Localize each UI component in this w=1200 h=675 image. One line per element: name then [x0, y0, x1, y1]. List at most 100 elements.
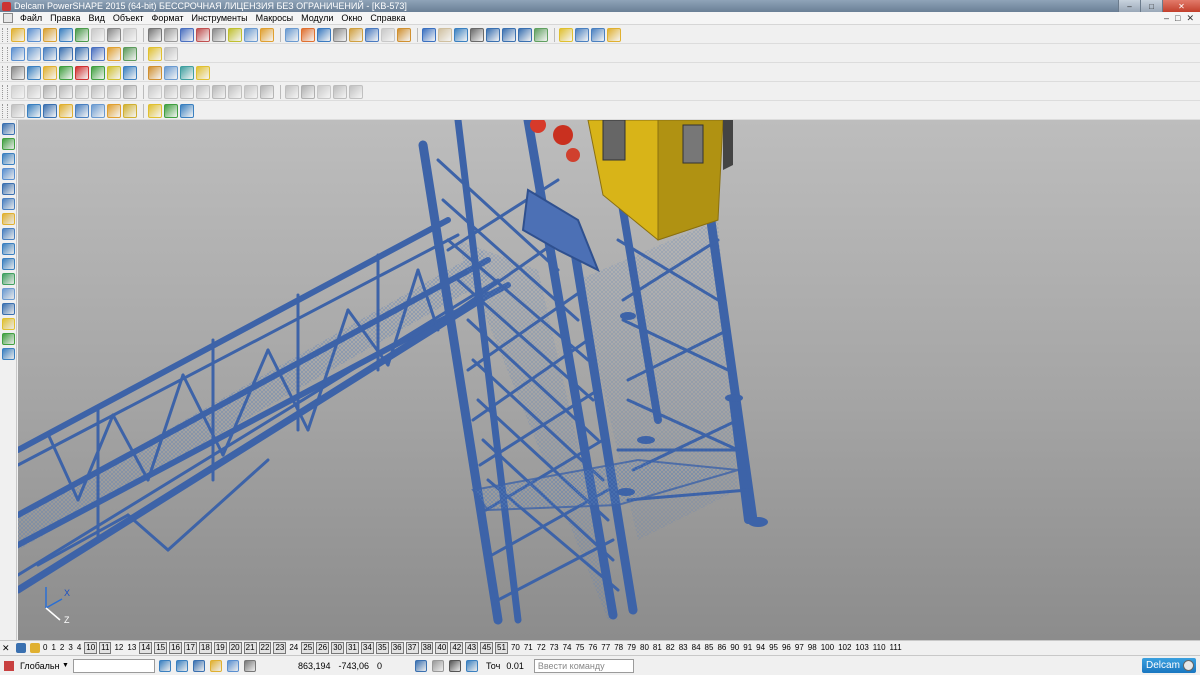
tool-icon[interactable]	[164, 65, 178, 80]
tool-icon[interactable]	[123, 46, 137, 61]
tool-icon[interactable]	[180, 27, 194, 42]
level-button[interactable]: 18	[198, 641, 212, 654]
level-button[interactable]: 100	[820, 643, 835, 653]
level-button[interactable]: 78	[613, 643, 624, 653]
level-button[interactable]: 1	[50, 643, 56, 653]
tool-icon[interactable]	[43, 84, 57, 99]
level-button[interactable]: 20	[228, 641, 242, 654]
level-button[interactable]: 110	[872, 643, 887, 653]
tool-icon[interactable]	[196, 65, 210, 80]
tool-icon[interactable]	[180, 65, 194, 80]
tool-icon[interactable]	[607, 27, 621, 42]
side-tool-icon[interactable]	[1, 273, 15, 285]
tool-icon[interactable]	[91, 84, 105, 99]
tool-icon[interactable]	[107, 65, 121, 80]
tool-icon[interactable]	[422, 27, 436, 42]
level-button[interactable]: 0	[42, 643, 48, 653]
status-tool-icon[interactable]	[243, 659, 256, 672]
tool-icon[interactable]	[11, 103, 25, 118]
minimize-button[interactable]: –	[1118, 0, 1140, 12]
level-button[interactable]: 86	[716, 643, 727, 653]
status-tool-icon[interactable]	[158, 659, 171, 672]
tool-icon[interactable]	[317, 27, 331, 42]
tool-icon[interactable]	[333, 84, 347, 99]
side-tool-icon[interactable]	[1, 258, 15, 270]
level-button[interactable]: 72	[536, 643, 547, 653]
tool-icon[interactable]	[59, 46, 73, 61]
level-button[interactable]: 25	[301, 641, 315, 654]
side-tool-icon[interactable]	[1, 138, 15, 150]
tool-icon[interactable]	[123, 84, 137, 99]
tool-icon[interactable]	[301, 27, 315, 42]
tool-icon[interactable]	[148, 27, 162, 42]
tool-icon[interactable]	[333, 27, 347, 42]
tool-icon[interactable]	[317, 84, 331, 99]
status-tool-icon[interactable]	[226, 659, 239, 672]
side-tool-icon[interactable]	[1, 153, 15, 165]
toolbar-grip[interactable]	[2, 84, 8, 99]
level-button[interactable]: 83	[678, 643, 689, 653]
tool-icon[interactable]	[349, 27, 363, 42]
tool-icon[interactable]	[75, 27, 89, 42]
side-tool-icon[interactable]	[1, 183, 15, 195]
side-tool-icon[interactable]	[1, 213, 15, 225]
level-close-icon[interactable]: ✕	[2, 643, 12, 653]
menu-macros[interactable]: Макросы	[252, 13, 298, 23]
toolbar-grip[interactable]	[2, 65, 8, 80]
tool-icon[interactable]	[75, 84, 89, 99]
level-button[interactable]: 26	[316, 641, 330, 654]
menu-edit[interactable]: Правка	[46, 13, 84, 23]
tool-icon[interactable]	[397, 27, 411, 42]
tool-icon[interactable]	[164, 27, 178, 42]
level-button[interactable]: 70	[510, 643, 521, 653]
tool-icon[interactable]	[75, 46, 89, 61]
menu-object[interactable]: Объект	[109, 13, 148, 23]
side-tool-icon[interactable]	[1, 168, 15, 180]
level-button[interactable]: 14	[139, 641, 153, 654]
level-button[interactable]: 90	[729, 643, 740, 653]
tool-icon[interactable]	[27, 103, 41, 118]
tool-icon[interactable]	[27, 65, 41, 80]
level-button[interactable]: 22	[258, 641, 272, 654]
level-button[interactable]: 96	[781, 643, 792, 653]
level-button[interactable]: 77	[600, 643, 611, 653]
side-tool-icon[interactable]	[1, 303, 15, 315]
tool-icon[interactable]	[180, 84, 194, 99]
tool-icon[interactable]	[559, 27, 573, 42]
tool-icon[interactable]	[285, 27, 299, 42]
tool-icon[interactable]	[11, 65, 25, 80]
tool-icon[interactable]	[148, 84, 162, 99]
side-tool-icon[interactable]	[1, 228, 15, 240]
tool-icon[interactable]	[91, 46, 105, 61]
tool-icon[interactable]	[164, 84, 178, 99]
tool-icon[interactable]	[164, 103, 178, 118]
level-button[interactable]: 12	[113, 643, 124, 653]
level-button[interactable]: 4	[76, 643, 82, 653]
tool-icon[interactable]	[43, 65, 57, 80]
3d-viewport[interactable]: X Z	[18, 120, 1200, 640]
side-tool-icon[interactable]	[1, 318, 15, 330]
side-tool-icon[interactable]	[1, 243, 15, 255]
level-button[interactable]: 94	[755, 643, 766, 653]
tool-icon[interactable]	[27, 46, 41, 61]
tool-icon[interactable]	[75, 103, 89, 118]
level-button[interactable]: 103	[854, 643, 869, 653]
level-button[interactable]: 45	[480, 641, 494, 654]
level-button[interactable]: 74	[562, 643, 573, 653]
level-button[interactable]: 15	[154, 641, 168, 654]
level-button[interactable]: 11	[99, 641, 112, 654]
tool-icon[interactable]	[164, 46, 178, 61]
tool-icon[interactable]	[11, 84, 25, 99]
tool-icon[interactable]	[91, 103, 105, 118]
tool-icon[interactable]	[228, 84, 242, 99]
level-button[interactable]: 111	[889, 643, 903, 653]
level-button[interactable]: 85	[704, 643, 715, 653]
menu-file[interactable]: Файл	[16, 13, 46, 23]
workplane-label[interactable]: Глобальн	[20, 661, 62, 671]
level-button[interactable]: 81	[652, 643, 663, 653]
menu-format[interactable]: Формат	[148, 13, 188, 23]
tolerance-value[interactable]: 0.01	[506, 661, 524, 671]
menu-modules[interactable]: Модули	[297, 13, 337, 23]
tool-icon[interactable]	[244, 84, 258, 99]
tool-icon[interactable]	[91, 27, 105, 42]
